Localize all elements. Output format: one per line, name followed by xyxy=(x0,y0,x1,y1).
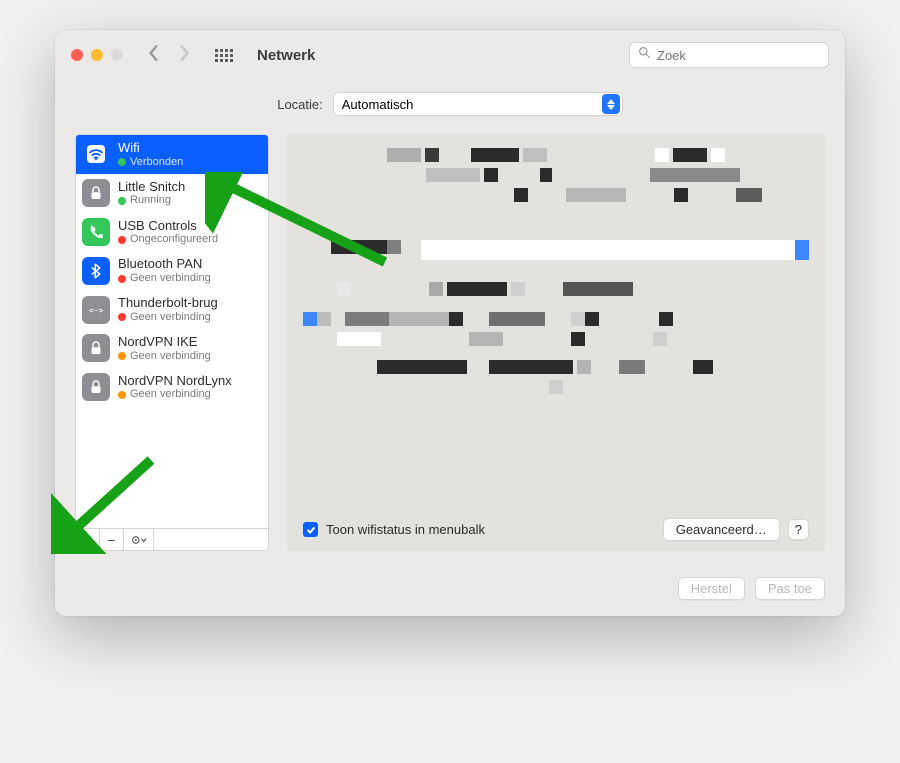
service-status: Geen verbinding xyxy=(118,388,232,401)
status-dot-icon xyxy=(118,352,126,360)
window-controls xyxy=(71,49,123,61)
status-dot-icon xyxy=(118,197,126,205)
add-service-button[interactable]: ＋ xyxy=(76,529,100,550)
nav-forward-button[interactable] xyxy=(177,44,191,67)
location-value: Automatisch xyxy=(342,97,414,112)
remove-service-button[interactable]: − xyxy=(100,529,124,550)
zoom-window-button[interactable] xyxy=(111,49,123,61)
show-all-prefs-button[interactable] xyxy=(215,49,233,62)
titlebar: Netwerk xyxy=(55,30,845,80)
status-dot-icon xyxy=(118,313,126,321)
search-input[interactable] xyxy=(657,48,820,63)
phone-icon xyxy=(82,218,110,246)
service-detail-panel: Toon wifistatus in menubalk Geavanceerd…… xyxy=(287,134,825,551)
service-name: Little Snitch xyxy=(118,179,185,195)
service-item-nordvpn-ike[interactable]: NordVPN IKEGeen verbinding xyxy=(76,329,268,368)
status-dot-icon xyxy=(118,391,126,399)
minimize-window-button[interactable] xyxy=(91,49,103,61)
advanced-button[interactable]: Geavanceerd… xyxy=(663,518,780,541)
lock-icon xyxy=(82,373,110,401)
service-status: Geen verbinding xyxy=(118,311,218,324)
service-actions-menu[interactable] xyxy=(124,529,154,550)
service-column: WifiVerbondenLittle SnitchRunningUSB Con… xyxy=(75,134,269,551)
service-list[interactable]: WifiVerbondenLittle SnitchRunningUSB Con… xyxy=(75,134,269,529)
service-name: NordVPN NordLynx xyxy=(118,373,232,389)
service-item-wifi[interactable]: WifiVerbonden xyxy=(76,135,268,174)
search-icon xyxy=(638,46,651,64)
svg-text:<··>: <··> xyxy=(89,306,103,315)
location-row: Locatie: Automatisch xyxy=(55,80,845,134)
close-window-button[interactable] xyxy=(71,49,83,61)
apply-button[interactable]: Pas toe xyxy=(755,577,825,600)
search-field-container[interactable] xyxy=(629,42,829,68)
service-name: USB Controls xyxy=(118,218,218,234)
service-name: NordVPN IKE xyxy=(118,334,211,350)
service-status: Ongeconfigureerd xyxy=(118,233,218,246)
bluetooth-icon xyxy=(82,257,110,285)
redacted-content xyxy=(303,148,809,518)
select-caret-icon xyxy=(602,94,620,114)
nav-arrows xyxy=(147,44,191,67)
service-item-thunderbolt-brug[interactable]: <··> Thunderbolt-brugGeen verbinding xyxy=(76,290,268,329)
lock-icon xyxy=(82,334,110,362)
service-list-toolbar: ＋ − xyxy=(75,529,269,551)
service-name: Bluetooth PAN xyxy=(118,256,211,272)
service-status: Geen verbinding xyxy=(118,272,211,285)
window-footer: Herstel Pas toe xyxy=(55,565,845,616)
location-select[interactable]: Automatisch xyxy=(333,92,623,116)
show-wifi-menubar-checkbox[interactable] xyxy=(303,522,318,537)
service-item-usb-controls[interactable]: USB ControlsOngeconfigureerd xyxy=(76,213,268,252)
location-label: Locatie: xyxy=(277,97,323,112)
wifi-icon xyxy=(82,140,110,168)
window-title: Netwerk xyxy=(257,47,315,64)
show-wifi-menubar-label: Toon wifistatus in menubalk xyxy=(326,522,485,537)
service-name: Wifi xyxy=(118,140,183,156)
nav-back-button[interactable] xyxy=(147,44,161,67)
status-dot-icon xyxy=(118,236,126,244)
network-preferences-window: Netwerk Locatie: Automatisch WifiVerbond… xyxy=(55,30,845,616)
service-item-little-snitch[interactable]: Little SnitchRunning xyxy=(76,174,268,213)
lock-icon xyxy=(82,179,110,207)
status-dot-icon xyxy=(118,275,126,283)
service-name: Thunderbolt-brug xyxy=(118,295,218,311)
service-status: Running xyxy=(118,194,185,207)
service-status: Geen verbinding xyxy=(118,350,211,363)
service-item-nordvpn-nordlynx[interactable]: NordVPN NordLynxGeen verbinding xyxy=(76,368,268,407)
help-button[interactable]: ? xyxy=(788,519,809,540)
revert-button[interactable]: Herstel xyxy=(678,577,745,600)
panel-footer-row: Toon wifistatus in menubalk Geavanceerd…… xyxy=(303,518,809,541)
status-dot-icon xyxy=(118,158,126,166)
service-item-bluetooth-pan[interactable]: Bluetooth PANGeen verbinding xyxy=(76,251,268,290)
thunderbolt-icon: <··> xyxy=(82,296,110,324)
service-status: Verbonden xyxy=(118,156,183,169)
